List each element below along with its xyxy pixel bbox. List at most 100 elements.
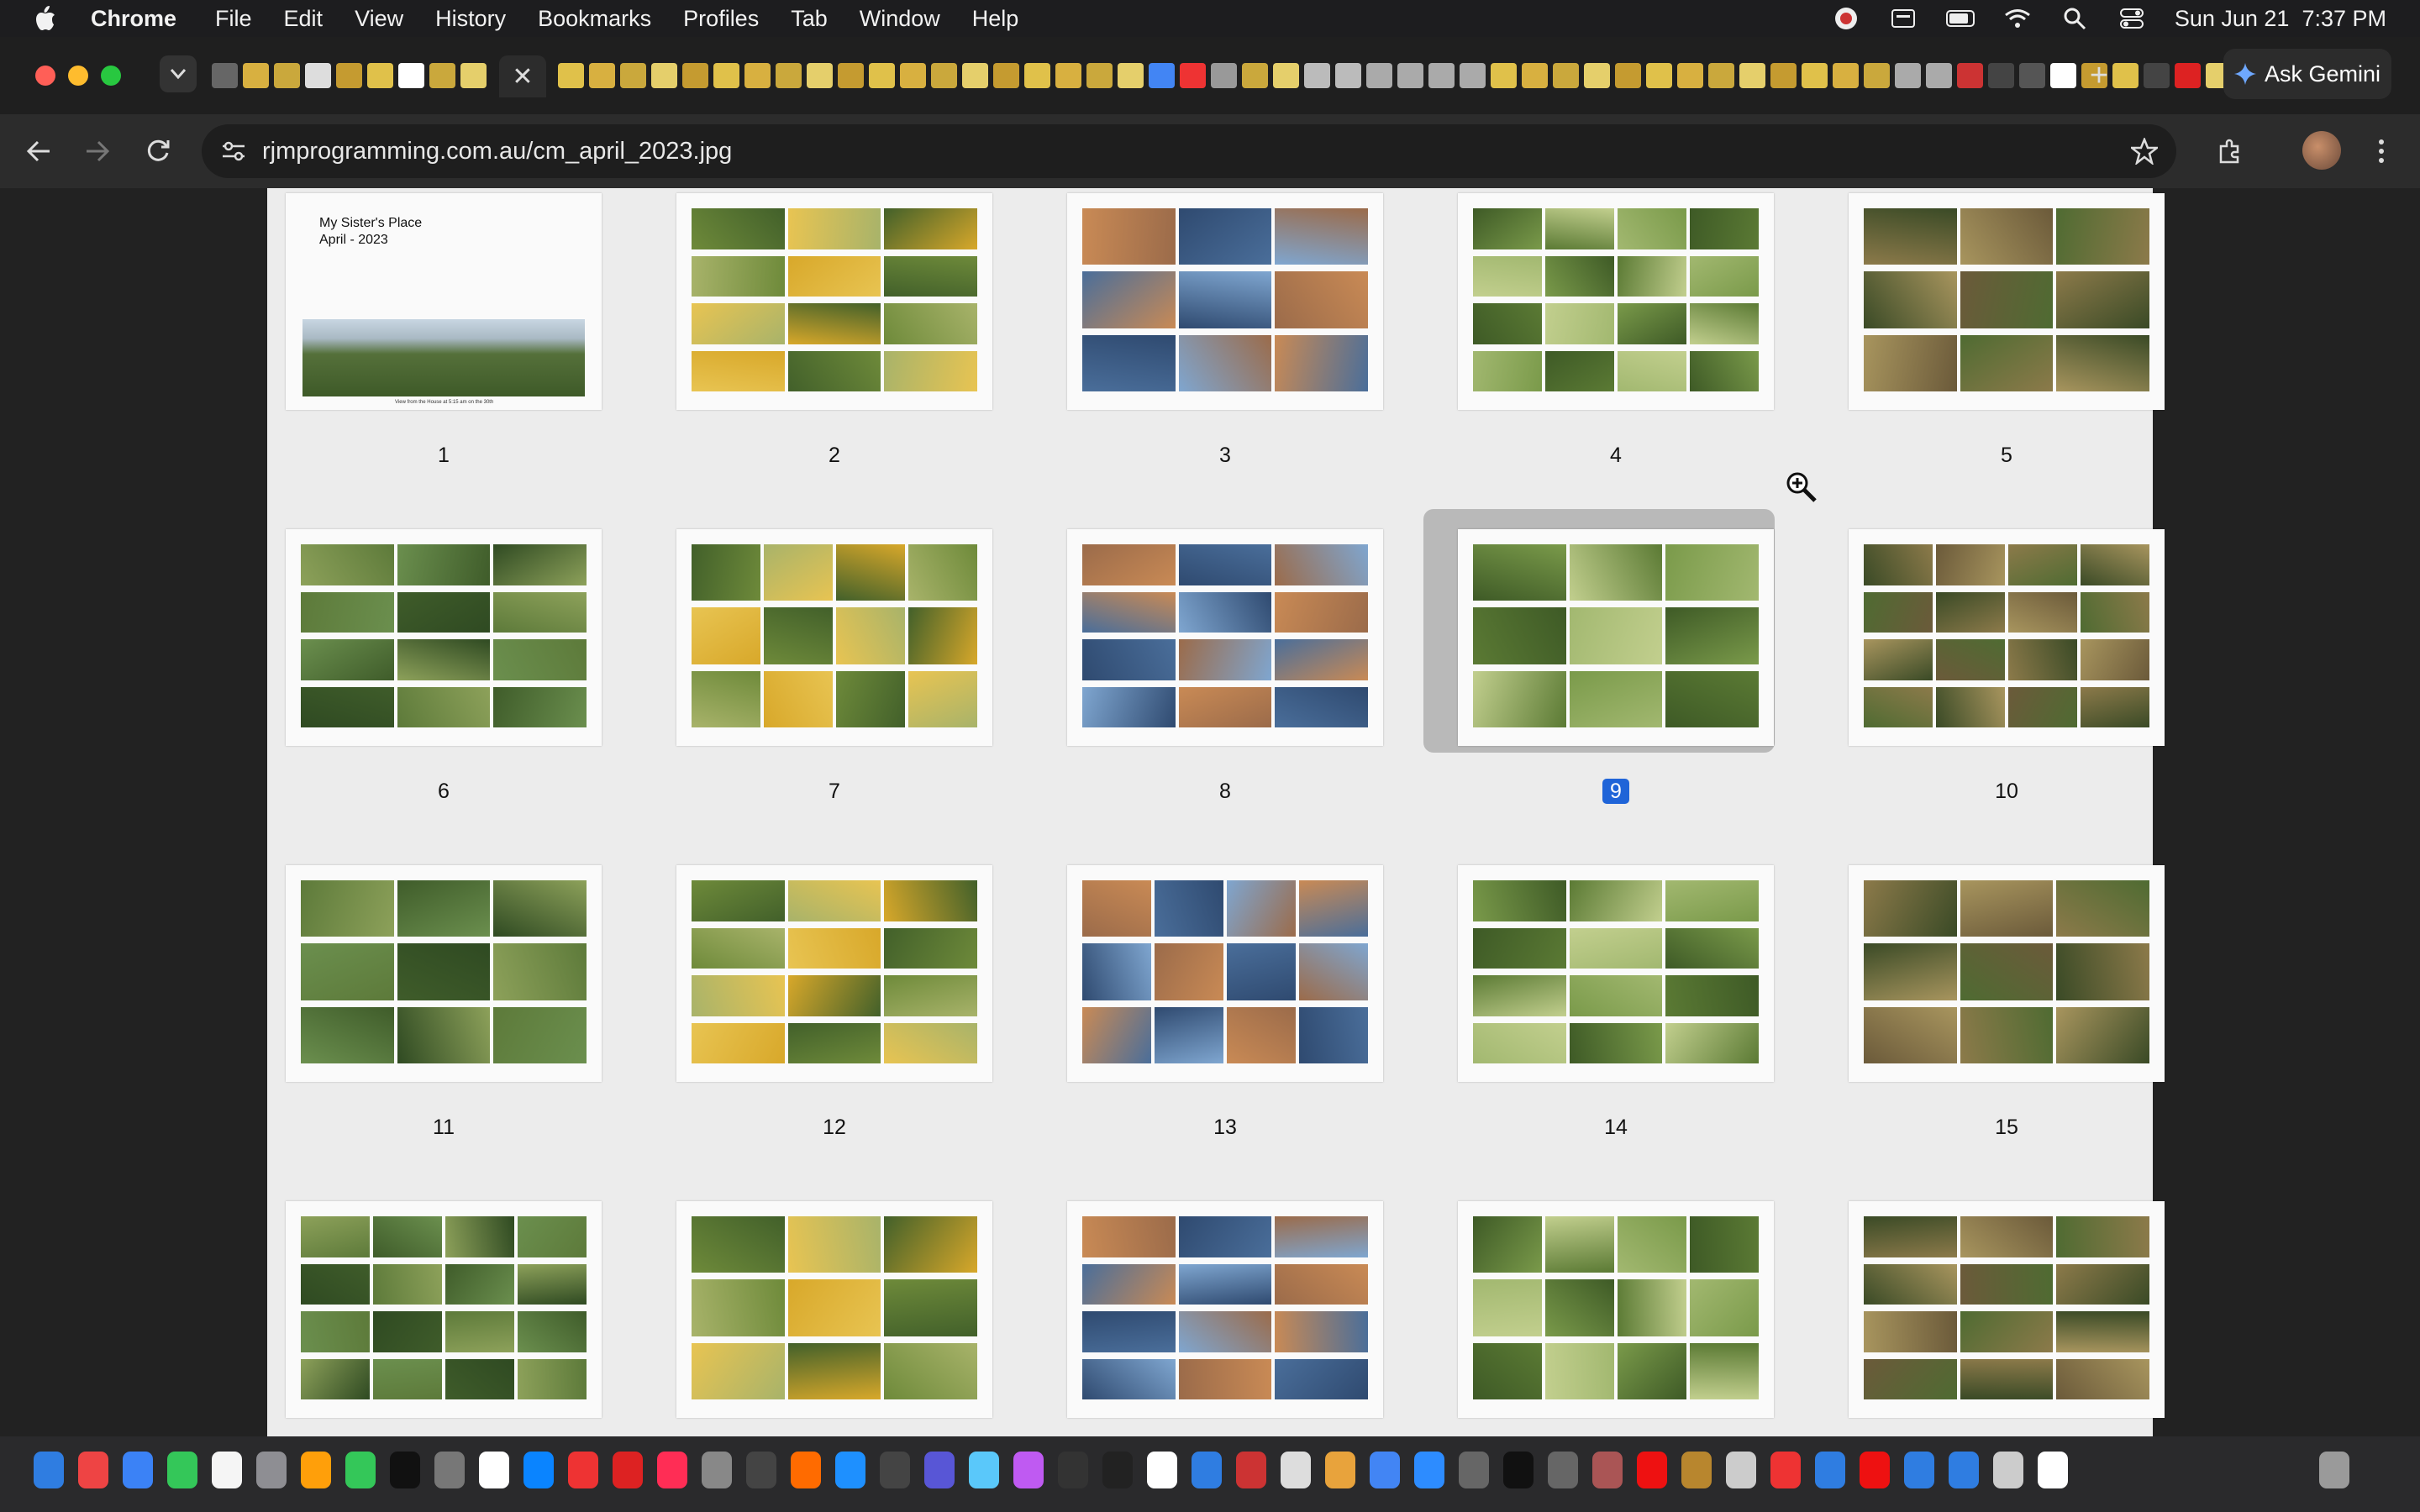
active-tab[interactable]: ✕ — [499, 55, 546, 97]
dock-app-icon[interactable] — [1013, 1452, 1044, 1488]
tab-favicon-icon[interactable] — [1988, 63, 2014, 88]
fullscreen-window-button[interactable] — [101, 66, 121, 86]
dock-app-icon[interactable] — [1414, 1452, 1444, 1488]
dock-app-icon[interactable] — [657, 1452, 687, 1488]
tab-favicon-icon[interactable] — [1646, 63, 1672, 88]
tab-favicon-icon[interactable] — [1895, 63, 1921, 88]
menu-window[interactable]: Window — [860, 6, 940, 32]
thumbnail-page-7[interactable]: 7 — [676, 529, 992, 803]
site-info-icon[interactable] — [217, 134, 250, 168]
tab-favicon-icon[interactable] — [2019, 63, 2045, 88]
bookmark-star-button[interactable] — [2126, 133, 2163, 170]
menu-bookmarks[interactable]: Bookmarks — [538, 6, 651, 32]
dock-app-icon[interactable] — [791, 1452, 821, 1488]
menu-edit[interactable]: Edit — [284, 6, 324, 32]
thumbnail-page-17[interactable]: 17 — [676, 1201, 992, 1418]
dock-app-icon[interactable] — [835, 1452, 865, 1488]
profile-avatar[interactable] — [2302, 131, 2341, 170]
tab-favicon-icon[interactable] — [1926, 63, 1952, 88]
tab-favicon-icon[interactable] — [305, 63, 331, 88]
back-button[interactable] — [20, 133, 57, 170]
tab-favicon-icon[interactable] — [1491, 63, 1517, 88]
tab-favicon-icon[interactable] — [1242, 63, 1268, 88]
tab-favicon-icon[interactable] — [807, 63, 833, 88]
dock-app-icon[interactable] — [924, 1452, 955, 1488]
tab-favicon-icon[interactable] — [429, 63, 455, 88]
new-tab-button[interactable]: + — [2082, 58, 2116, 93]
dock-app-icon[interactable] — [1770, 1452, 1801, 1488]
tab-favicon-icon[interactable] — [2175, 63, 2201, 88]
tab-favicon-icon[interactable] — [2112, 63, 2139, 88]
tab-favicon-icon[interactable] — [1864, 63, 1890, 88]
tab-favicon-icon[interactable] — [1522, 63, 1548, 88]
dock-app-icon[interactable] — [390, 1452, 420, 1488]
dock-app-icon[interactable] — [1637, 1452, 1667, 1488]
contact-sheet-image[interactable]: My Sister's Place April - 2023 View from t… — [267, 188, 2165, 1436]
dock-app-icon[interactable] — [123, 1452, 153, 1488]
tab-favicon-icon[interactable] — [900, 63, 926, 88]
tab-search-button[interactable] — [160, 55, 197, 92]
tab-favicon-icon[interactable] — [1055, 63, 1081, 88]
tab-favicon-icon[interactable] — [367, 63, 393, 88]
menu-file[interactable]: File — [215, 6, 252, 32]
ask-gemini-button[interactable]: Ask Gemini — [2223, 49, 2391, 99]
thumbnail-page-8[interactable]: 8 — [1067, 529, 1383, 803]
tab-favicon-icon[interactable] — [1802, 63, 1828, 88]
tab-favicon-icon[interactable] — [931, 63, 957, 88]
dock-app-icon[interactable] — [434, 1452, 465, 1488]
address-bar[interactable]: rjmprogramming.com.au/cm_april_2023.jpg — [202, 124, 2176, 178]
tab-favicon-icon[interactable] — [1024, 63, 1050, 88]
thumbnail-page-15[interactable]: 15 — [1849, 865, 2165, 1139]
tab-favicon-icon[interactable] — [713, 63, 739, 88]
thumbnail-page-1[interactable]: My Sister's Place April - 2023 View from t… — [286, 193, 602, 467]
tab-favicon-icon[interactable] — [1708, 63, 1734, 88]
tab-favicon-icon[interactable] — [212, 63, 238, 88]
thumbnail-page-19[interactable]: 19 — [1458, 1201, 1774, 1418]
dock-app-icon[interactable] — [1102, 1452, 1133, 1488]
thumbnail-page-18[interactable]: 18 — [1067, 1201, 1383, 1418]
thumbnail-page-20[interactable]: 20 — [1849, 1201, 2165, 1418]
menu-view[interactable]: View — [355, 6, 403, 32]
extensions-button[interactable] — [2212, 133, 2249, 170]
thumbnail-page-10[interactable]: 10 — [1849, 529, 2165, 803]
thumbnail-page-9[interactable]: 9 — [1458, 529, 1774, 804]
thumbnail-page-16[interactable]: 16 — [286, 1201, 602, 1418]
dock-app-icon[interactable] — [479, 1452, 509, 1488]
dock-app-icon[interactable] — [523, 1452, 554, 1488]
profile-status-icon[interactable] — [1832, 6, 1860, 31]
tab-favicon-icon[interactable] — [1770, 63, 1797, 88]
tab-favicon-icon[interactable] — [776, 63, 802, 88]
tab-favicon-icon[interactable] — [993, 63, 1019, 88]
dock-app-icon[interactable] — [1949, 1452, 1979, 1488]
dock-app-icon[interactable] — [1815, 1452, 1845, 1488]
dock-app-icon[interactable] — [167, 1452, 197, 1488]
dock-app-icon[interactable] — [1592, 1452, 1623, 1488]
tab-favicon-icon[interactable] — [460, 63, 487, 88]
tab-favicon-icon[interactable] — [2050, 63, 2076, 88]
menu-tab[interactable]: Tab — [791, 6, 828, 32]
wifi-icon[interactable] — [2003, 6, 2032, 31]
dock-app-icon[interactable] — [1058, 1452, 1088, 1488]
app-menu-chrome[interactable]: Chrome — [91, 6, 176, 32]
dock-app-icon[interactable] — [1503, 1452, 1534, 1488]
dock-app-icon[interactable] — [78, 1452, 108, 1488]
tab-favicon-icon[interactable] — [274, 63, 300, 88]
menu-profiles[interactable]: Profiles — [683, 6, 759, 32]
tab-favicon-icon[interactable] — [589, 63, 615, 88]
tab-favicon-icon[interactable] — [1833, 63, 1859, 88]
tab-favicon-icon[interactable] — [962, 63, 988, 88]
dock-app-icon[interactable] — [1726, 1452, 1756, 1488]
tab-favicon-icon[interactable] — [682, 63, 708, 88]
tab-favicon-icon[interactable] — [1273, 63, 1299, 88]
thumbnail-page-12[interactable]: 12 — [676, 865, 992, 1139]
close-window-button[interactable] — [35, 66, 55, 86]
dock-app-icon[interactable] — [2038, 1452, 2068, 1488]
minimize-window-button[interactable] — [68, 66, 88, 86]
dock-app-icon[interactable] — [1860, 1452, 1890, 1488]
dock-app-icon[interactable] — [1281, 1452, 1311, 1488]
tab-favicon-icon[interactable] — [1086, 63, 1113, 88]
thumbnail-page-11[interactable]: 11 — [286, 865, 602, 1139]
dock-app-icon[interactable] — [256, 1452, 287, 1488]
tab-favicon-icon[interactable] — [1366, 63, 1392, 88]
dock-app-icon[interactable] — [1325, 1452, 1355, 1488]
